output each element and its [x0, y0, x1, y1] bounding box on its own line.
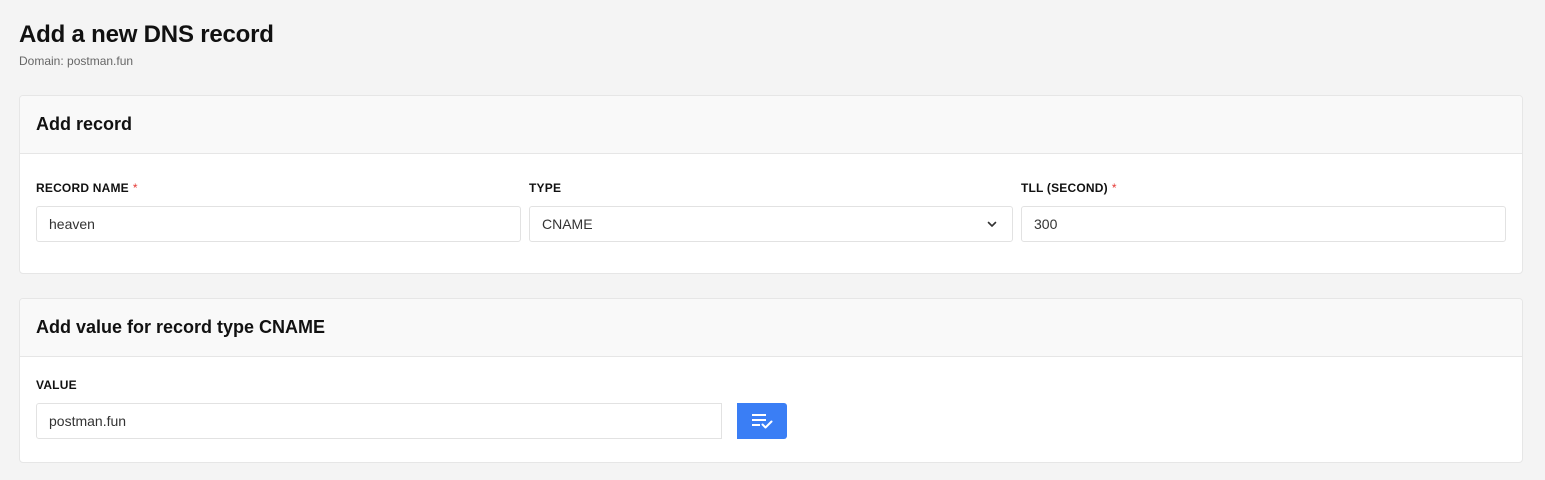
- record-name-label-text: RECORD NAME: [36, 181, 129, 195]
- type-field: TYPE CNAME: [529, 180, 1013, 242]
- add-record-card: Add record RECORD NAME * heaven TYPE CNA…: [19, 95, 1523, 274]
- add-record-card-header: Add record: [20, 96, 1522, 154]
- add-value-card-title: Add value for record type CNAME: [36, 317, 326, 337]
- value-field: VALUE postman.fun: [36, 377, 787, 439]
- record-name-input[interactable]: heaven: [36, 206, 521, 242]
- page-title: Add a new DNS record: [19, 21, 274, 48]
- value-label-text: VALUE: [36, 378, 77, 392]
- record-name-label: RECORD NAME *: [36, 180, 521, 196]
- type-label: TYPE: [529, 180, 1013, 196]
- add-record-card-title: Add record: [36, 114, 133, 134]
- value-input[interactable]: postman.fun: [36, 403, 722, 439]
- required-marker: *: [132, 181, 138, 195]
- record-name-field: RECORD NAME * heaven: [36, 180, 521, 242]
- page: Add a new DNS record Domain: postman.fun…: [0, 0, 1545, 480]
- value-label: VALUE: [36, 377, 787, 393]
- ttl-label-text: TLL (SECOND): [1021, 181, 1108, 195]
- type-select[interactable]: CNAME: [529, 206, 1013, 242]
- ttl-input[interactable]: 300: [1021, 206, 1506, 242]
- add-value-card: Add value for record type CNAME VALUE po…: [19, 298, 1523, 463]
- required-marker: *: [1111, 181, 1117, 195]
- ttl-label: TLL (SECOND) *: [1021, 180, 1506, 196]
- value-input-value: postman.fun: [49, 413, 127, 429]
- type-label-text: TYPE: [529, 181, 562, 195]
- domain-subtitle: Domain: postman.fun: [19, 54, 134, 68]
- ttl-value: 300: [1034, 216, 1058, 232]
- ttl-field: TLL (SECOND) * 300: [1021, 180, 1506, 242]
- type-selected-value: CNAME: [542, 216, 593, 232]
- add-value-card-header: Add value for record type CNAME: [20, 299, 1522, 357]
- record-name-value: heaven: [49, 216, 95, 232]
- playlist-check-icon: [752, 414, 773, 429]
- apply-value-button[interactable]: [737, 403, 787, 439]
- chevron-down-icon: [987, 221, 997, 227]
